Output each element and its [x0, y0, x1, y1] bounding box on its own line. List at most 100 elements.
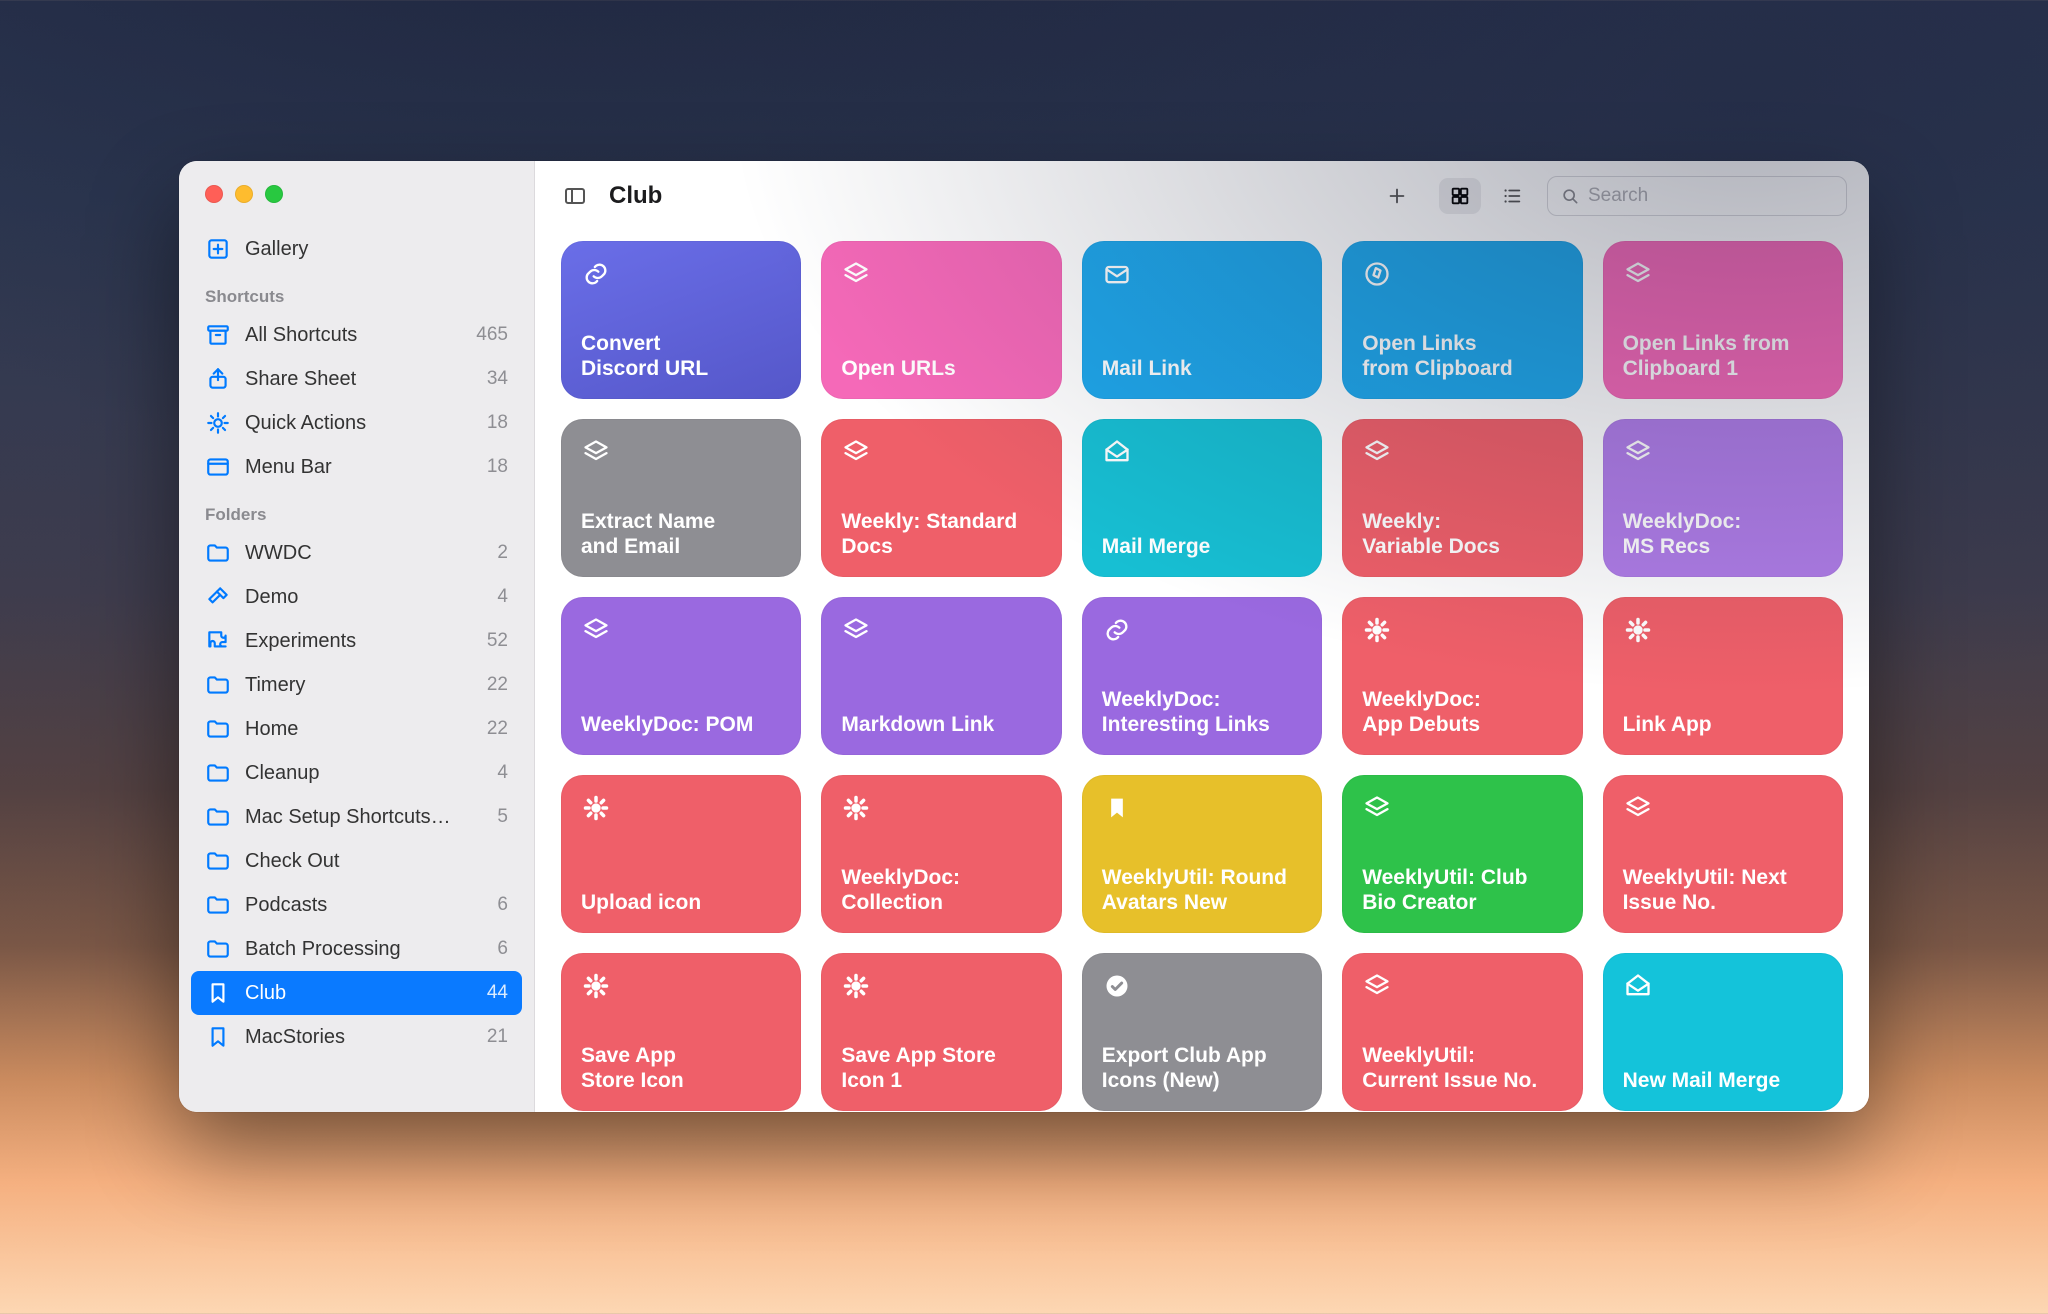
share-icon [205, 366, 231, 392]
folder-icon [205, 716, 231, 742]
shortcut-grid: Convert Discord URL Open URLs Mail Link … [561, 241, 1843, 1111]
gear-fill-icon [581, 971, 611, 1001]
sidebar-item-shortcut-0[interactable]: All Shortcuts 465 [191, 313, 522, 357]
folder-icon [205, 540, 231, 566]
stack-icon [1624, 794, 1652, 822]
stack-icon [842, 616, 870, 644]
shortcut-tile[interactable]: Weekly: Variable Docs [1342, 419, 1582, 577]
gear-fill-icon [841, 793, 871, 823]
sidebar-item-folder-8[interactable]: Podcasts 6 [191, 883, 522, 927]
sidebar-item-folder-4[interactable]: Home 22 [191, 707, 522, 751]
sidebar-item-shortcut-1[interactable]: Share Sheet 34 [191, 357, 522, 401]
sidebar-item-label: Quick Actions [245, 412, 487, 435]
shortcut-tile[interactable]: New Mail Merge [1603, 953, 1843, 1111]
sidebar-item-shortcut-3[interactable]: Menu Bar 18 [191, 445, 522, 489]
folder-icon [205, 672, 231, 698]
puzzle-icon [205, 628, 231, 654]
app-window: Gallery Shortcuts All Shortcuts 465 Shar… [179, 161, 1869, 1112]
sidebar-item-label: All Shortcuts [245, 324, 476, 347]
shortcut-tile[interactable]: WeeklyUtil: Club Bio Creator [1342, 775, 1582, 933]
shortcut-tile[interactable]: Open Links from Clipboard 1 [1603, 241, 1843, 399]
sidebar-item-folder-1[interactable]: Demo 4 [191, 575, 522, 619]
shortcut-tile[interactable]: WeeklyDoc: Interesting Links [1082, 597, 1322, 755]
add-shortcut-button[interactable] [1379, 178, 1415, 214]
shortcut-tile[interactable]: Open Links from Clipboard [1342, 241, 1582, 399]
toolbar: Club [535, 161, 1869, 231]
shortcut-tile[interactable]: Markdown Link [821, 597, 1061, 755]
shortcut-title: Convert Discord URL [581, 331, 781, 381]
gear-fill-icon [582, 972, 610, 1000]
shortcut-title: Markdown Link [841, 712, 1041, 737]
sidebar-item-gallery[interactable]: Gallery [191, 227, 522, 271]
search-field[interactable] [1547, 176, 1847, 216]
page-title: Club [609, 182, 662, 210]
sidebar-item-count: 18 [487, 456, 508, 478]
shortcut-tile[interactable]: Mail Merge [1082, 419, 1322, 577]
minimize-window-button[interactable] [235, 185, 253, 203]
puzzle-icon [205, 628, 231, 654]
sidebar-item-folder-10[interactable]: Club 44 [191, 971, 522, 1015]
shortcut-tile[interactable]: WeeklyDoc: Collection [821, 775, 1061, 933]
folder-icon [205, 760, 231, 786]
gear-icon [205, 410, 231, 436]
gear-fill-icon [1624, 616, 1652, 644]
shortcut-tile[interactable]: Open URLs [821, 241, 1061, 399]
shortcut-title: WeeklyUtil: Club Bio Creator [1362, 865, 1562, 915]
grid-view-button[interactable] [1439, 178, 1481, 214]
sidebar-icon [563, 184, 587, 208]
sidebar-item-label: Menu Bar [245, 456, 487, 479]
list-view-button[interactable] [1491, 178, 1533, 214]
search-input[interactable] [1588, 185, 1834, 207]
shortcut-tile[interactable]: Convert Discord URL [561, 241, 801, 399]
sidebar-item-folder-5[interactable]: Cleanup 4 [191, 751, 522, 795]
sidebar-item-folder-11[interactable]: MacStories 21 [191, 1015, 522, 1059]
sidebar-item-folder-0[interactable]: WWDC 2 [191, 531, 522, 575]
shortcut-tile[interactable]: Weekly: Standard Docs [821, 419, 1061, 577]
shortcut-tile[interactable]: Upload icon [561, 775, 801, 933]
shortcut-title: Open Links from Clipboard [1362, 331, 1562, 381]
shortcut-tile[interactable]: WeeklyDoc: App Debuts [1342, 597, 1582, 755]
hammer-icon [205, 584, 231, 610]
sidebar-item-folder-6[interactable]: Mac Setup Shortcuts… 5 [191, 795, 522, 839]
shortcut-tile[interactable]: Save App Store Icon 1 [821, 953, 1061, 1111]
envelope-open-icon [1103, 438, 1131, 466]
zoom-window-button[interactable] [265, 185, 283, 203]
folder-icon [205, 892, 231, 918]
sidebar-item-folder-9[interactable]: Batch Processing 6 [191, 927, 522, 971]
sidebar-item-count: 5 [497, 806, 508, 828]
shortcut-tile[interactable]: WeeklyUtil: Next Issue No. [1603, 775, 1843, 933]
folder-icon [205, 804, 231, 830]
sidebar-item-folder-2[interactable]: Experiments 52 [191, 619, 522, 663]
stack-icon [581, 437, 611, 467]
shortcut-tile[interactable]: WeeklyDoc: POM [561, 597, 801, 755]
sidebar-item-folder-3[interactable]: Timery 22 [191, 663, 522, 707]
shortcut-title: Extract Name and Email [581, 509, 781, 559]
archive-icon [205, 322, 231, 348]
shortcut-tile[interactable]: Export Club App Icons (New) [1082, 953, 1322, 1111]
sidebar-item-label: Home [245, 718, 487, 741]
sidebar-item-label: Experiments [245, 630, 487, 653]
compass-icon [1363, 260, 1391, 288]
close-window-button[interactable] [205, 185, 223, 203]
shortcut-tile[interactable]: WeeklyUtil: Round Avatars New [1082, 775, 1322, 933]
sidebar-item-folder-7[interactable]: Check Out [191, 839, 522, 883]
shortcut-tile[interactable]: WeeklyDoc: MS Recs [1603, 419, 1843, 577]
shortcut-title: New Mail Merge [1623, 1068, 1823, 1093]
shortcut-title: WeeklyUtil: Current Issue No. [1362, 1043, 1562, 1093]
shortcut-title: WeeklyDoc: POM [581, 712, 781, 737]
shortcut-tile[interactable]: Save App Store Icon [561, 953, 801, 1111]
shortcut-tile[interactable]: Link App [1603, 597, 1843, 755]
shortcut-tile[interactable]: WeeklyUtil: Current Issue No. [1342, 953, 1582, 1111]
gear-fill-icon [841, 971, 871, 1001]
grid-icon [1449, 185, 1471, 207]
shortcut-tile[interactable]: Extract Name and Email [561, 419, 801, 577]
check-icon [1103, 972, 1131, 1000]
list-icon [1501, 185, 1523, 207]
shortcut-title: Weekly: Variable Docs [1362, 509, 1562, 559]
sidebar-item-shortcut-2[interactable]: Quick Actions 18 [191, 401, 522, 445]
link-icon [1102, 615, 1132, 645]
sidebar-item-label: WWDC [245, 542, 497, 565]
hammer-icon [205, 584, 231, 610]
toggle-sidebar-button[interactable] [557, 178, 593, 214]
shortcut-tile[interactable]: Mail Link [1082, 241, 1322, 399]
